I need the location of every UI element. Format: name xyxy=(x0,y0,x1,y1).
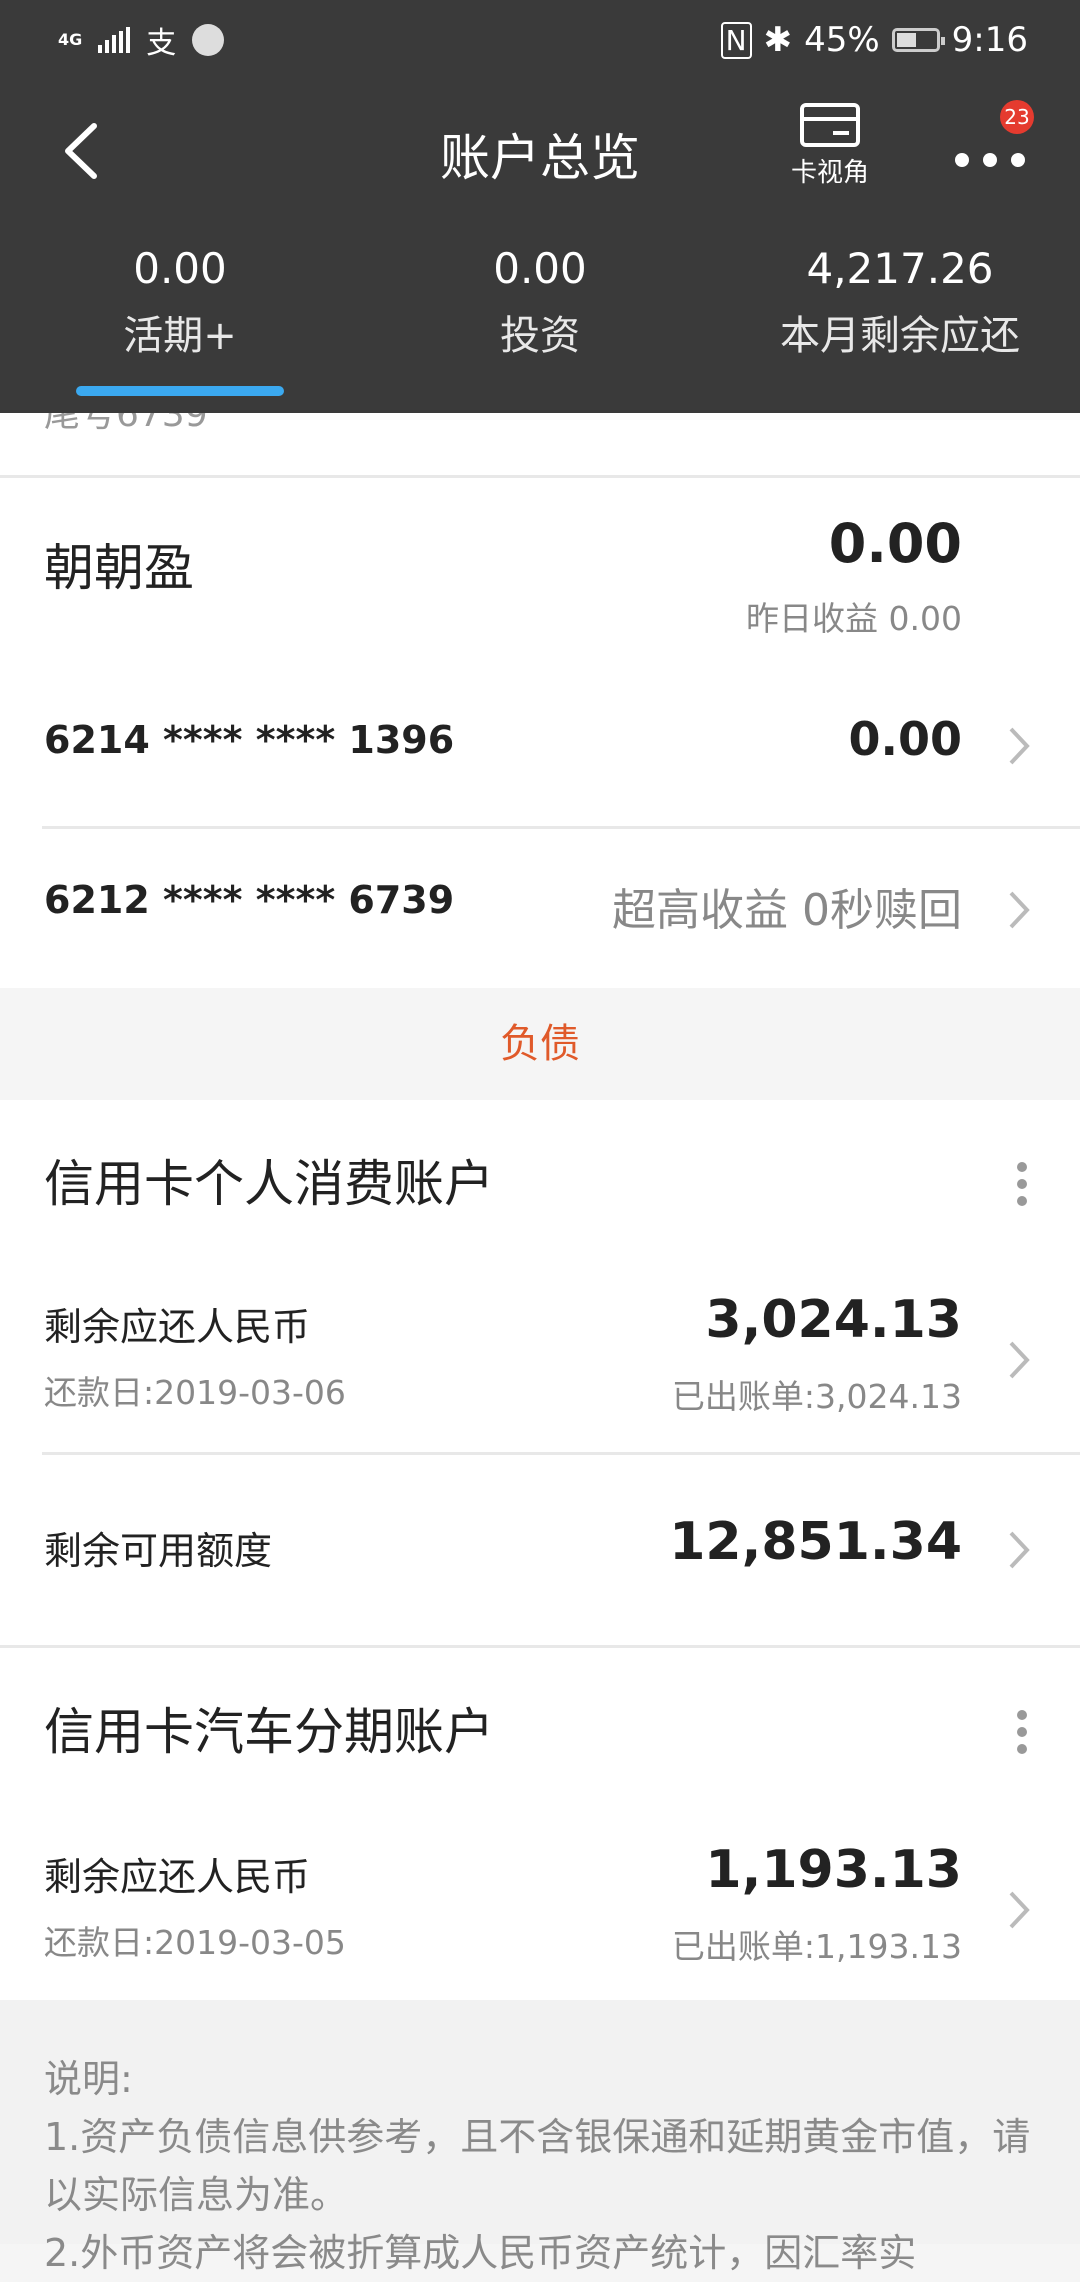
chevron-right-icon xyxy=(1009,1531,1030,1569)
card-balance: 0.00 xyxy=(848,712,963,766)
more-vertical-icon[interactable] xyxy=(1016,1710,1028,1754)
available-amount: 12,851.34 xyxy=(669,1512,962,1572)
more-icon[interactable] xyxy=(950,130,1030,190)
available-label: 剩余可用额度 xyxy=(44,1529,273,1573)
tab-label: 投资 xyxy=(500,313,580,359)
notes-heading: 说明: xyxy=(44,2057,133,2101)
battery-percent: 45% xyxy=(804,20,880,60)
network-type: 4G xyxy=(58,30,83,49)
credit-personal-title: 信用卡个人消费账户 xyxy=(44,1155,494,1213)
nav-bar: 账户总览 卡视角 xyxy=(0,90,1080,210)
status-bar: 4G 支 N ✱ 45% 9:16 xyxy=(0,0,1080,80)
notes-section: 说明: 1.资产负债信息供参考，且不含银保通和延期黄金市值，请以实际信息为准。 … xyxy=(0,2000,1080,2275)
credit-personal-section: 信用卡个人消费账户 剩余应还人民币 还款日:2019-03-06 3,024.1… xyxy=(0,1100,1080,1645)
chevron-right-icon xyxy=(1009,727,1030,765)
more-vertical-icon[interactable] xyxy=(1016,1162,1028,1206)
card-view-label: 卡视角 xyxy=(790,158,869,188)
notes-line-1: 1.资产负债信息供参考，且不含银保通和延期黄金市值，请以实际信息为准。 xyxy=(44,2115,1031,2217)
page-title: 账户总览 xyxy=(440,129,640,187)
chevron-right-icon xyxy=(1009,1891,1030,1929)
chevron-right-icon xyxy=(1009,1341,1030,1379)
tab-value: 0.00 xyxy=(133,244,227,293)
billed-amount: 已出账单:1,193.13 xyxy=(671,1927,962,1966)
credit-auto-title: 信用卡汽车分期账户 xyxy=(44,1703,494,1761)
card-icon xyxy=(800,103,860,147)
zhaozhaoying-title: 朝朝盈 xyxy=(44,539,194,597)
partial-row-text: 尾号6739 xyxy=(44,413,208,435)
message-badge: 23 xyxy=(1000,100,1034,134)
alipay-icon: 支 xyxy=(146,26,177,61)
due-date: 还款日:2019-03-06 xyxy=(44,1373,346,1412)
zhaozhaoying-amount: 0.00 xyxy=(828,512,962,575)
tab-label: 活期+ xyxy=(123,313,237,359)
clock: 9:16 xyxy=(951,20,1028,60)
card-number: 6212 **** **** 6739 xyxy=(44,878,455,922)
liability-header: 负债 xyxy=(0,988,1080,1100)
chevron-right-icon xyxy=(1009,891,1030,929)
card-promo: 超高收益 0秒赎回 xyxy=(612,885,962,936)
tab-investment[interactable]: 0.00 投资 xyxy=(360,240,720,413)
tab-label: 本月剩余应还 xyxy=(780,313,1020,359)
yesterday-income: 昨日收益 0.00 xyxy=(746,599,962,638)
battery-icon xyxy=(891,28,945,52)
credit-auto-section: 信用卡汽车分期账户 剩余应还人民币 还款日:2019-03-05 1,193.1… xyxy=(0,1648,1080,2000)
remaining-amount: 1,193.13 xyxy=(705,1840,962,1900)
card-number: 6214 **** **** 1396 xyxy=(44,718,455,762)
remaining-label: 剩余应还人民币 xyxy=(44,1305,311,1349)
tab-indicator xyxy=(76,386,284,396)
signal-icon xyxy=(98,27,131,53)
billed-amount: 已出账单:3,024.13 xyxy=(671,1377,962,1416)
nfc-icon: N xyxy=(720,21,752,59)
header: 4G 支 N ✱ 45% 9:16 账户总览 卡视角 23 0.00 活期+ 0… xyxy=(0,0,1080,413)
tab-value: 0.00 xyxy=(493,244,587,293)
tab-value: 4,217.26 xyxy=(806,244,994,293)
divider xyxy=(42,826,1080,829)
bluetooth-icon: ✱ xyxy=(763,20,793,60)
partial-row: 尾号6739 xyxy=(0,413,1080,475)
divider xyxy=(42,1452,1080,1455)
due-date: 还款日:2019-03-05 xyxy=(44,1923,346,1962)
card-view-button[interactable]: 卡视角 xyxy=(780,102,880,189)
tab-monthly-repayment[interactable]: 4,217.26 本月剩余应还 xyxy=(720,240,1080,413)
remaining-label: 剩余应还人民币 xyxy=(44,1855,311,1899)
notes-line-2: 2.外币资产将会被折算成人民币资产统计，因汇率实 xyxy=(44,2231,917,2275)
app-notification-icon xyxy=(192,24,225,56)
zhaozhaoying-section: 朝朝盈 0.00 昨日收益 0.00 6214 **** **** 1396 0… xyxy=(0,478,1080,988)
remaining-amount: 3,024.13 xyxy=(705,1290,962,1350)
